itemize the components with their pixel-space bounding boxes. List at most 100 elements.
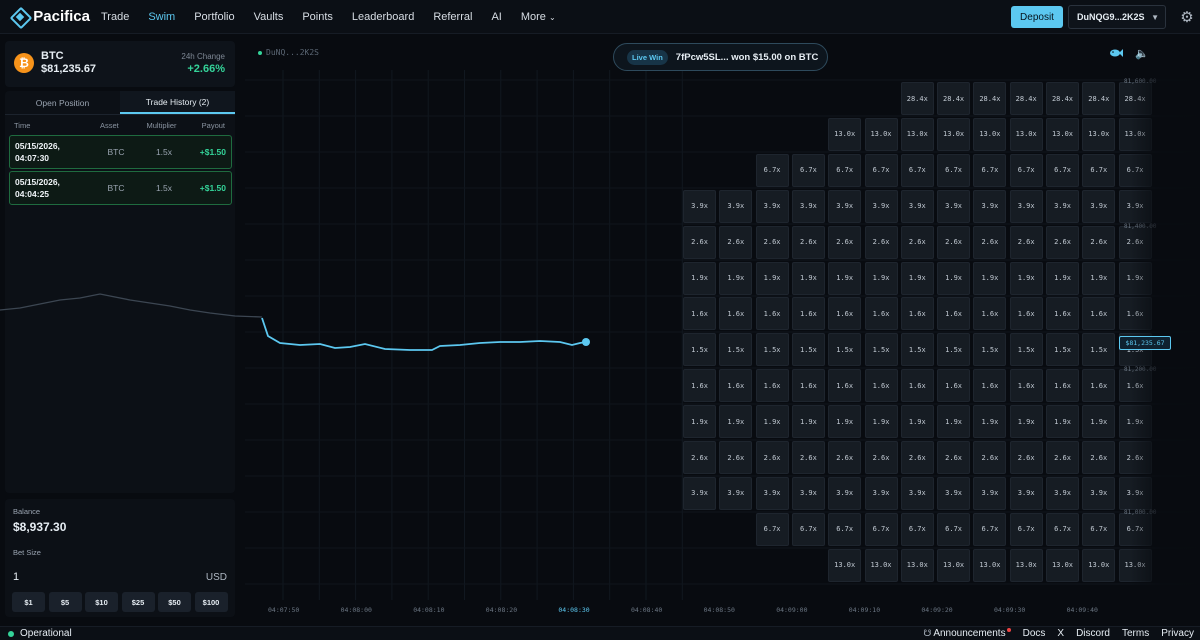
multiplier-cell[interactable]: 2.6x xyxy=(755,225,789,259)
multiplier-cell[interactable]: 2.6x xyxy=(791,441,825,474)
multiplier-cell[interactable]: 1.6x xyxy=(683,369,716,403)
multiplier-cell[interactable]: 6.7x xyxy=(864,153,898,187)
multiplier-cell[interactable]: 2.6x xyxy=(683,441,716,474)
multiplier-cell[interactable]: 1.9x xyxy=(791,405,825,439)
multiplier-cell[interactable]: 6.7x xyxy=(755,153,789,187)
multiplier-cell[interactable]: 2.6x xyxy=(755,441,789,474)
multiplier-cell[interactable]: 1.5x xyxy=(937,333,971,367)
multiplier-cell[interactable]: 1.6x xyxy=(937,369,971,403)
multiplier-cell[interactable]: 2.6x xyxy=(828,225,862,259)
multiplier-cell[interactable]: 1.9x xyxy=(1118,261,1152,295)
multiplier-cell[interactable]: 1.9x xyxy=(683,261,716,295)
multiplier-cell[interactable]: 1.5x xyxy=(973,333,1007,367)
multiplier-cell[interactable]: 1.9x xyxy=(1046,261,1079,295)
multiplier-cell[interactable]: 6.7x xyxy=(937,512,971,546)
multiplier-cell[interactable]: 2.6x xyxy=(1082,225,1116,259)
multiplier-cell[interactable]: 1.6x xyxy=(719,297,753,331)
multiplier-cell[interactable]: 1.9x xyxy=(791,261,825,295)
multiplier-cell[interactable]: 1.9x xyxy=(937,405,971,439)
multiplier-cell[interactable]: 1.6x xyxy=(1082,297,1116,331)
multiplier-cell[interactable]: 2.6x xyxy=(864,441,898,474)
multiplier-cell[interactable]: 1.5x xyxy=(828,333,862,367)
multiplier-cell[interactable]: 3.9x xyxy=(755,476,789,510)
multiplier-cell[interactable]: 1.9x xyxy=(683,405,716,439)
multiplier-cell[interactable]: 2.6x xyxy=(900,225,934,259)
multiplier-cell[interactable]: 3.9x xyxy=(1118,189,1152,223)
multiplier-cell[interactable]: 2.6x xyxy=(719,225,753,259)
multiplier-cell[interactable]: 1.6x xyxy=(755,297,789,331)
multiplier-cell[interactable]: 1.6x xyxy=(864,297,898,331)
multiplier-cell[interactable]: 6.7x xyxy=(973,153,1007,187)
multiplier-cell[interactable]: 1.6x xyxy=(864,369,898,403)
multiplier-cell[interactable]: 6.7x xyxy=(1082,512,1116,546)
multiplier-cell[interactable]: 3.9x xyxy=(973,189,1007,223)
multiplier-cell[interactable]: 2.6x xyxy=(864,225,898,259)
multiplier-cell[interactable]: 6.7x xyxy=(791,153,825,187)
multiplier-cell[interactable]: 1.5x xyxy=(1009,333,1043,367)
multiplier-cell[interactable]: 6.7x xyxy=(1046,512,1079,546)
multiplier-cell[interactable]: 1.6x xyxy=(719,369,753,403)
multiplier-cell[interactable]: 13.0x xyxy=(1118,117,1152,151)
multiplier-cell[interactable]: 1.5x xyxy=(791,333,825,367)
multiplier-cell[interactable]: 3.9x xyxy=(900,476,934,510)
multiplier-cell[interactable]: 28.4x xyxy=(900,82,934,115)
multiplier-cell[interactable]: 3.9x xyxy=(1082,189,1116,223)
multiplier-cell[interactable]: 2.6x xyxy=(719,441,753,474)
multiplier-cell[interactable]: 1.6x xyxy=(1118,369,1152,403)
multiplier-cell[interactable]: 6.7x xyxy=(1082,153,1116,187)
multiplier-cell[interactable]: 1.9x xyxy=(755,261,789,295)
multiplier-cell[interactable]: 1.9x xyxy=(937,261,971,295)
multiplier-cell[interactable]: 2.6x xyxy=(900,441,934,474)
multiplier-cell[interactable]: 2.6x xyxy=(1118,441,1152,474)
multiplier-cell[interactable]: 2.6x xyxy=(973,441,1007,474)
multiplier-cell[interactable]: 2.6x xyxy=(937,441,971,474)
multiplier-cell[interactable]: 3.9x xyxy=(683,189,716,223)
multiplier-cell[interactable]: 13.0x xyxy=(973,548,1007,582)
multiplier-cell[interactable]: 13.0x xyxy=(1118,548,1152,582)
multiplier-cell[interactable]: 3.9x xyxy=(1009,476,1043,510)
multiplier-cell[interactable]: 2.6x xyxy=(1046,225,1079,259)
multiplier-cell[interactable]: 2.6x xyxy=(791,225,825,259)
multiplier-cell[interactable]: 3.9x xyxy=(1082,476,1116,510)
multiplier-cell[interactable]: 1.5x xyxy=(864,333,898,367)
discord-link[interactable]: Discord xyxy=(1076,628,1110,639)
multiplier-cell[interactable]: 13.0x xyxy=(937,117,971,151)
multiplier-cell[interactable]: 1.6x xyxy=(900,369,934,403)
multiplier-cell[interactable]: 1.6x xyxy=(755,369,789,403)
multiplier-cell[interactable]: 1.5x xyxy=(683,333,716,367)
multiplier-cell[interactable]: 6.7x xyxy=(828,512,862,546)
multiplier-cell[interactable]: 1.6x xyxy=(1046,297,1079,331)
multiplier-cell[interactable]: 28.4x xyxy=(1046,82,1079,115)
multiplier-cell[interactable]: 1.9x xyxy=(719,405,753,439)
multiplier-cell[interactable]: 6.7x xyxy=(1009,153,1043,187)
multiplier-cell[interactable]: 6.7x xyxy=(1118,512,1152,546)
privacy-link[interactable]: Privacy xyxy=(1161,628,1194,639)
multiplier-cell[interactable]: 13.0x xyxy=(864,117,898,151)
multiplier-cell[interactable]: 1.9x xyxy=(864,405,898,439)
multiplier-cell[interactable]: 3.9x xyxy=(719,189,753,223)
multiplier-cell[interactable]: 1.6x xyxy=(828,297,862,331)
multiplier-cell[interactable]: 3.9x xyxy=(937,476,971,510)
multiplier-cell[interactable]: 1.6x xyxy=(1009,297,1043,331)
multiplier-cell[interactable]: 28.4x xyxy=(1009,82,1043,115)
multiplier-cell[interactable]: 1.5x xyxy=(1046,333,1079,367)
multiplier-cell[interactable]: 2.6x xyxy=(1009,441,1043,474)
multiplier-cell[interactable]: 1.9x xyxy=(973,261,1007,295)
multiplier-cell[interactable]: 13.0x xyxy=(1046,548,1079,582)
multiplier-cell[interactable]: 13.0x xyxy=(973,117,1007,151)
multiplier-cell[interactable]: 3.9x xyxy=(864,476,898,510)
multiplier-cell[interactable]: 3.9x xyxy=(828,189,862,223)
multiplier-cell[interactable]: 1.5x xyxy=(1082,333,1116,367)
multiplier-cell[interactable]: 6.7x xyxy=(1009,512,1043,546)
multiplier-cell[interactable]: 3.9x xyxy=(1118,476,1152,510)
multiplier-cell[interactable]: 13.0x xyxy=(828,548,862,582)
multiplier-cell[interactable]: 28.4x xyxy=(1082,82,1116,115)
multiplier-cell[interactable]: 1.6x xyxy=(937,297,971,331)
multiplier-cell[interactable]: 6.7x xyxy=(864,512,898,546)
multiplier-cell[interactable]: 3.9x xyxy=(1046,189,1079,223)
multiplier-cell[interactable]: 3.9x xyxy=(828,476,862,510)
multiplier-cell[interactable]: 1.9x xyxy=(828,405,862,439)
multiplier-cell[interactable]: 1.6x xyxy=(791,297,825,331)
multiplier-cell[interactable]: 1.6x xyxy=(828,369,862,403)
multiplier-cell[interactable]: 6.7x xyxy=(791,512,825,546)
